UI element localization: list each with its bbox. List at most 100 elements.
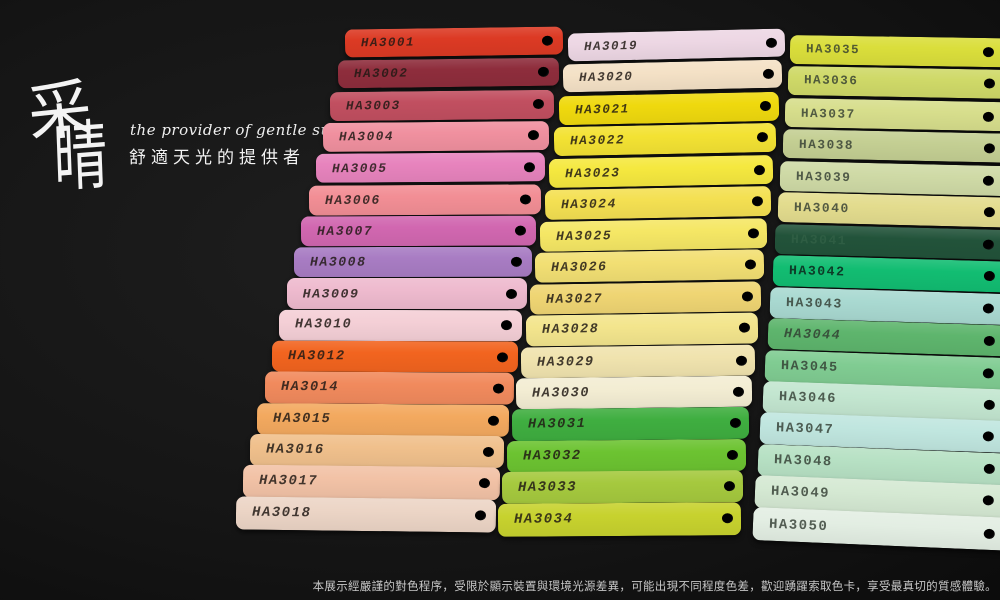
- brand-tagline-chinese: 舒適天光的提供者: [129, 143, 305, 168]
- punch-hole-icon: [983, 143, 994, 153]
- color-swatch-strip: HA3040: [777, 192, 1000, 229]
- color-swatch-strip: HA3022: [554, 123, 777, 156]
- punch-hole-icon: [506, 289, 517, 299]
- punch-hole-icon: [727, 450, 738, 460]
- color-swatch-strip: HA3021: [558, 92, 779, 125]
- color-swatch-strip: HA3019: [568, 29, 786, 62]
- swatch-code-label: HA3010: [295, 317, 352, 332]
- color-swatch-strip: HA3028: [525, 313, 758, 347]
- color-swatch-strip: HA3005: [316, 152, 545, 183]
- color-swatch-strip: HA3039: [780, 161, 1000, 197]
- swatch-code-label: HA3029: [537, 354, 595, 370]
- swatch-code-label: HA3023: [565, 165, 621, 181]
- swatch-code-label: HA3041: [791, 232, 848, 248]
- punch-hole-icon: [492, 384, 503, 394]
- swatch-code-label: HA3020: [579, 70, 634, 85]
- swatch-code-label: HA3028: [542, 322, 599, 338]
- color-swatch-strip: HA3015: [257, 403, 509, 437]
- swatch-code-label: HA3017: [259, 473, 318, 490]
- punch-hole-icon: [533, 99, 544, 109]
- punch-hole-icon: [501, 320, 512, 330]
- swatch-code-label: HA3008: [310, 255, 367, 270]
- punch-hole-icon: [766, 38, 777, 48]
- punch-hole-icon: [736, 355, 747, 365]
- punch-hole-icon: [721, 513, 732, 523]
- color-swatch-strip: HA3027: [530, 281, 761, 315]
- punch-hole-icon: [510, 257, 521, 267]
- swatch-code-label: HA3007: [317, 223, 373, 238]
- color-swatch-strip: HA3034: [497, 502, 740, 536]
- color-swatch-strip: HA3012: [272, 341, 518, 373]
- swatch-code-label: HA3001: [361, 36, 415, 51]
- punch-hole-icon: [983, 47, 994, 57]
- swatch-code-label: HA3014: [281, 380, 339, 395]
- punch-hole-icon: [754, 164, 765, 174]
- punch-hole-icon: [730, 418, 741, 428]
- swatch-code-label: HA3042: [788, 263, 845, 280]
- color-swatch-strip: HA3007: [301, 215, 536, 246]
- color-swatch-strip: HA3023: [549, 155, 773, 188]
- swatch-code-label: HA3032: [523, 449, 582, 465]
- color-swatch-strip: HA3001: [345, 26, 563, 57]
- swatch-code-label: HA3030: [532, 386, 590, 402]
- color-swatch-strip: HA3036: [787, 66, 1000, 99]
- color-swatch-strip: HA3026: [535, 249, 764, 283]
- color-disclaimer-text: 本展示經嚴謹的對色程序，受限於顯示裝置與環境光源差異，可能出現不同程度色差，歡迎…: [313, 578, 997, 594]
- color-swatch-strip: HA3016: [250, 434, 505, 469]
- swatch-code-label: HA3019: [584, 39, 638, 54]
- swatch-code-label: HA3046: [778, 390, 836, 407]
- swatch-code-label: HA3022: [570, 133, 625, 149]
- color-card-photo-stage: 采 晴 the provider of gentle sunlight 舒適天光…: [0, 0, 1000, 600]
- punch-hole-icon: [519, 194, 530, 204]
- swatch-code-label: HA3021: [574, 102, 629, 118]
- color-swatch-strip: HA3002: [338, 58, 559, 89]
- swatch-code-label: HA3027: [546, 291, 603, 307]
- color-swatch-strip: HA3004: [323, 121, 550, 152]
- swatch-code-label: HA3015: [273, 411, 331, 426]
- swatch-code-label: HA3025: [556, 228, 612, 244]
- punch-hole-icon: [983, 335, 994, 345]
- swatch-code-label: HA3040: [793, 200, 849, 216]
- punch-hole-icon: [983, 528, 994, 538]
- punch-hole-icon: [983, 496, 994, 506]
- color-swatch-strip: HA3006: [308, 184, 540, 215]
- swatch-code-label: HA3044: [783, 327, 841, 344]
- swatch-code-label: HA3009: [303, 286, 360, 301]
- punch-hole-icon: [745, 260, 756, 270]
- punch-hole-icon: [479, 479, 490, 489]
- punch-hole-icon: [488, 415, 499, 425]
- punch-hole-icon: [542, 36, 553, 46]
- punch-hole-icon: [983, 464, 994, 474]
- punch-hole-icon: [739, 323, 750, 333]
- swatch-code-label: HA3034: [513, 511, 573, 527]
- swatch-code-label: HA3048: [773, 453, 832, 470]
- color-swatch-strip: HA3003: [330, 89, 554, 120]
- punch-hole-icon: [983, 239, 994, 249]
- swatch-code-label: HA3026: [551, 259, 608, 275]
- color-swatch-strip: HA3038: [782, 129, 1000, 164]
- punch-hole-icon: [497, 352, 508, 362]
- swatch-code-label: HA3012: [288, 349, 346, 364]
- swatch-code-label: HA3038: [798, 137, 853, 153]
- color-swatch-strip: HA3008: [294, 247, 532, 278]
- swatch-code-label: HA3050: [768, 516, 828, 534]
- swatch-code-label: HA3033: [518, 480, 577, 496]
- punch-hole-icon: [524, 162, 535, 172]
- punch-hole-icon: [983, 400, 994, 410]
- swatch-code-label: HA3045: [781, 358, 839, 375]
- color-swatch-strip: HA3010: [279, 309, 522, 340]
- color-swatch-strip: HA3014: [265, 372, 514, 405]
- punch-hole-icon: [983, 79, 994, 89]
- swatch-code-label: HA3031: [528, 417, 586, 433]
- punch-hole-icon: [537, 67, 548, 77]
- swatch-code-label: HA3018: [251, 505, 311, 522]
- color-swatch-strip: HA3033: [502, 470, 743, 504]
- punch-hole-icon: [763, 69, 774, 79]
- punch-hole-icon: [983, 367, 994, 377]
- punch-hole-icon: [751, 196, 762, 206]
- swatch-code-label: HA3006: [324, 192, 380, 207]
- swatch-code-label: HA3037: [801, 105, 856, 121]
- color-swatch-strip: HA3020: [563, 60, 782, 93]
- punch-hole-icon: [483, 447, 494, 457]
- swatch-code-label: HA3047: [776, 422, 835, 439]
